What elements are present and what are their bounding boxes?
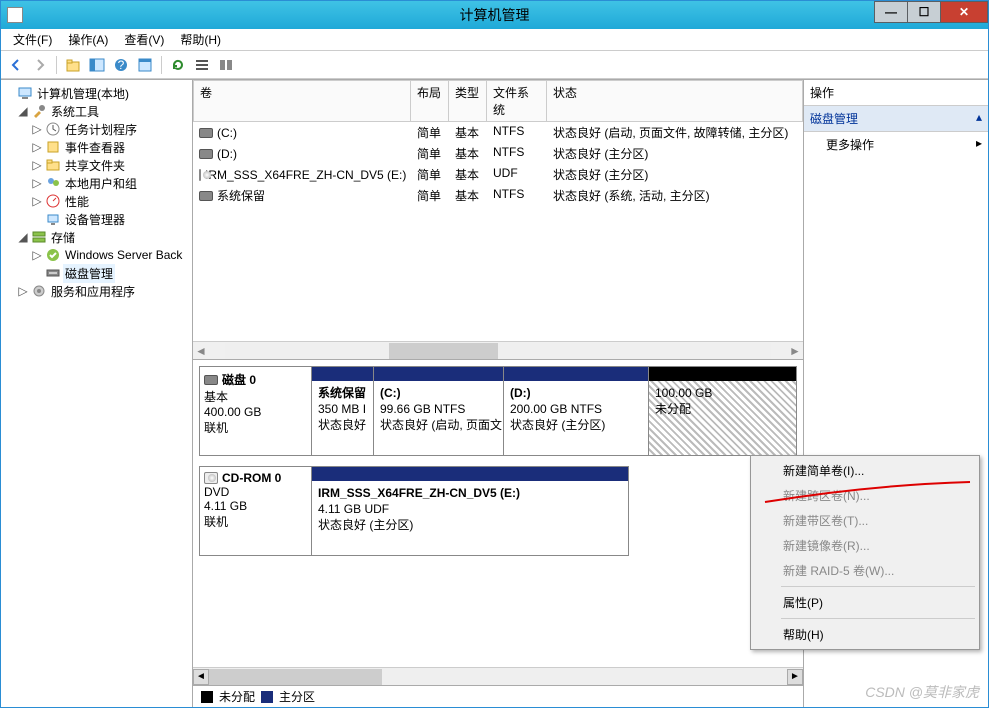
- tree-performance[interactable]: ▷性能: [3, 192, 190, 210]
- partition-e[interactable]: IRM_SSS_X64FRE_ZH-CN_DV5 (E:)4.11 GB UDF…: [312, 467, 628, 555]
- view-graphical-button[interactable]: [215, 54, 237, 76]
- actions-diskmgmt-header[interactable]: 磁盘管理▴: [804, 106, 988, 132]
- backup-icon: [45, 247, 61, 263]
- disk-icon: [199, 149, 213, 159]
- watermark: CSDN @莫非家虎: [865, 682, 979, 702]
- actions-more[interactable]: 更多操作▸: [804, 132, 988, 157]
- annotation-arrow: [760, 480, 980, 510]
- scroll-left-button[interactable]: ◄: [193, 669, 209, 685]
- disk0-box: 磁盘 0 基本 400.00 GB 联机 系统保留350 MB I状态良好 (C…: [199, 366, 797, 456]
- forward-button[interactable]: [29, 54, 51, 76]
- ctx-properties[interactable]: 属性(P): [753, 590, 977, 615]
- menu-help[interactable]: 帮助(H): [172, 29, 229, 50]
- refresh-button[interactable]: [167, 54, 189, 76]
- partition-c[interactable]: (C:)99.66 GB NTFS状态良好 (启动, 页面文: [374, 367, 504, 455]
- volume-row[interactable]: (D:)简单基本NTFS状态良好 (主分区): [193, 143, 803, 164]
- ctx-new-mirrored-volume: 新建镜像卷(R)...: [753, 533, 977, 558]
- maximize-button[interactable]: ☐: [907, 1, 941, 23]
- storage-icon: [31, 229, 47, 245]
- minimize-button[interactable]: —: [874, 1, 908, 23]
- disk-hscrollbar[interactable]: ◄ ►: [193, 667, 803, 685]
- partition-d[interactable]: (D:)200.00 GB NTFS状态良好 (主分区): [504, 367, 649, 455]
- actions-header: 操作: [804, 80, 988, 106]
- col-status[interactable]: 状态: [547, 80, 803, 122]
- app-icon: [7, 7, 23, 23]
- chevron-right-icon: ▸: [976, 136, 982, 153]
- collapse-icon: ▴: [976, 110, 982, 127]
- disk-graphical-view: 磁盘 0 基本 400.00 GB 联机 系统保留350 MB I状态良好 (C…: [193, 360, 803, 667]
- menubar: 文件(F) 操作(A) 查看(V) 帮助(H): [1, 29, 988, 51]
- back-button[interactable]: [5, 54, 27, 76]
- cdrom0-box: CD-ROM 0 DVD 4.11 GB 联机 IRM_SSS_X64FRE_Z…: [199, 466, 629, 556]
- volume-list: 卷 布局 类型 文件系统 状态 (C:)简单基本NTFS状态良好 (启动, 页面…: [193, 80, 803, 360]
- col-volume[interactable]: 卷: [193, 80, 411, 122]
- folder-icon: [45, 157, 61, 173]
- tree-local-users[interactable]: ▷本地用户和组: [3, 174, 190, 192]
- ctx-help[interactable]: 帮助(H): [753, 622, 977, 647]
- center-pane: 卷 布局 类型 文件系统 状态 (C:)简单基本NTFS状态良好 (启动, 页面…: [193, 80, 804, 707]
- volume-row[interactable]: (C:)简单基本NTFS状态良好 (启动, 页面文件, 故障转储, 主分区): [193, 122, 803, 143]
- cd-icon: [204, 472, 218, 484]
- disk0-info[interactable]: 磁盘 0 基本 400.00 GB 联机: [200, 367, 312, 455]
- view-list-button[interactable]: [191, 54, 213, 76]
- svg-text:?: ?: [118, 58, 125, 72]
- col-layout[interactable]: 布局: [411, 80, 449, 122]
- show-hide-console-tree-button[interactable]: [86, 54, 108, 76]
- cd-icon: [199, 169, 201, 181]
- col-fs[interactable]: 文件系统: [487, 80, 547, 122]
- tree-system-tools[interactable]: ◢系统工具: [3, 102, 190, 120]
- help-button[interactable]: ?: [110, 54, 132, 76]
- close-button[interactable]: ✕: [940, 1, 988, 23]
- menu-action[interactable]: 操作(A): [60, 29, 116, 50]
- tree-device-manager[interactable]: 设备管理器: [3, 210, 190, 228]
- volume-row[interactable]: IRM_SSS_X64FRE_ZH-CN_DV5 (E:)简单基本UDF状态良好…: [193, 164, 803, 185]
- clock-icon: [45, 121, 61, 137]
- perf-icon: [45, 193, 61, 209]
- partition-unallocated[interactable]: 100.00 GB未分配: [649, 367, 796, 455]
- volume-row[interactable]: 系统保留简单基本NTFS状态良好 (系统, 活动, 主分区): [193, 185, 803, 206]
- volume-scrollbar[interactable]: ◄ ►: [193, 341, 803, 359]
- event-icon: [45, 139, 61, 155]
- disk-icon: [199, 128, 213, 138]
- properties-button[interactable]: [134, 54, 156, 76]
- users-icon: [45, 175, 61, 191]
- legend: 未分配 主分区: [193, 685, 803, 707]
- disk-icon: [199, 191, 213, 201]
- tree-storage[interactable]: ◢存储: [3, 228, 190, 246]
- ctx-new-striped-volume: 新建带区卷(T)...: [753, 508, 977, 533]
- cdrom0-info[interactable]: CD-ROM 0 DVD 4.11 GB 联机: [200, 467, 312, 555]
- scroll-right-button[interactable]: ►: [787, 669, 803, 685]
- tree-shared-folders[interactable]: ▷共享文件夹: [3, 156, 190, 174]
- volume-header: 卷 布局 类型 文件系统 状态: [193, 80, 803, 122]
- titlebar[interactable]: 计算机管理 — ☐ ✕: [1, 1, 988, 29]
- device-icon: [45, 211, 61, 227]
- diskmgmt-icon: [45, 265, 61, 281]
- up-button[interactable]: [62, 54, 84, 76]
- toolbar: ?: [1, 51, 988, 79]
- partition-system-reserved[interactable]: 系统保留350 MB I状态良好: [312, 367, 374, 455]
- legend-unallocated-swatch: [201, 691, 213, 703]
- tree-wsb[interactable]: ▷Windows Server Back: [3, 246, 190, 264]
- ctx-new-raid5-volume: 新建 RAID-5 卷(W)...: [753, 558, 977, 583]
- col-type[interactable]: 类型: [449, 80, 487, 122]
- volume-rows: (C:)简单基本NTFS状态良好 (启动, 页面文件, 故障转储, 主分区) (…: [193, 122, 803, 341]
- disk-icon: [204, 375, 218, 385]
- menu-view[interactable]: 查看(V): [116, 29, 172, 50]
- computer-icon: [17, 85, 33, 101]
- legend-primary-swatch: [261, 691, 273, 703]
- services-icon: [31, 283, 47, 299]
- menu-file[interactable]: 文件(F): [5, 29, 60, 50]
- wrench-icon: [31, 103, 47, 119]
- tree-event-viewer[interactable]: ▷事件查看器: [3, 138, 190, 156]
- tree-services[interactable]: ▷服务和应用程序: [3, 282, 190, 300]
- tree-task-scheduler[interactable]: ▷任务计划程序: [3, 120, 190, 138]
- console-tree[interactable]: 计算机管理(本地) ◢系统工具 ▷任务计划程序 ▷事件查看器 ▷共享文件夹 ▷本…: [1, 80, 193, 707]
- tree-root[interactable]: 计算机管理(本地): [3, 84, 190, 102]
- window-title: 计算机管理: [460, 5, 530, 25]
- tree-disk-management[interactable]: 磁盘管理: [3, 264, 190, 282]
